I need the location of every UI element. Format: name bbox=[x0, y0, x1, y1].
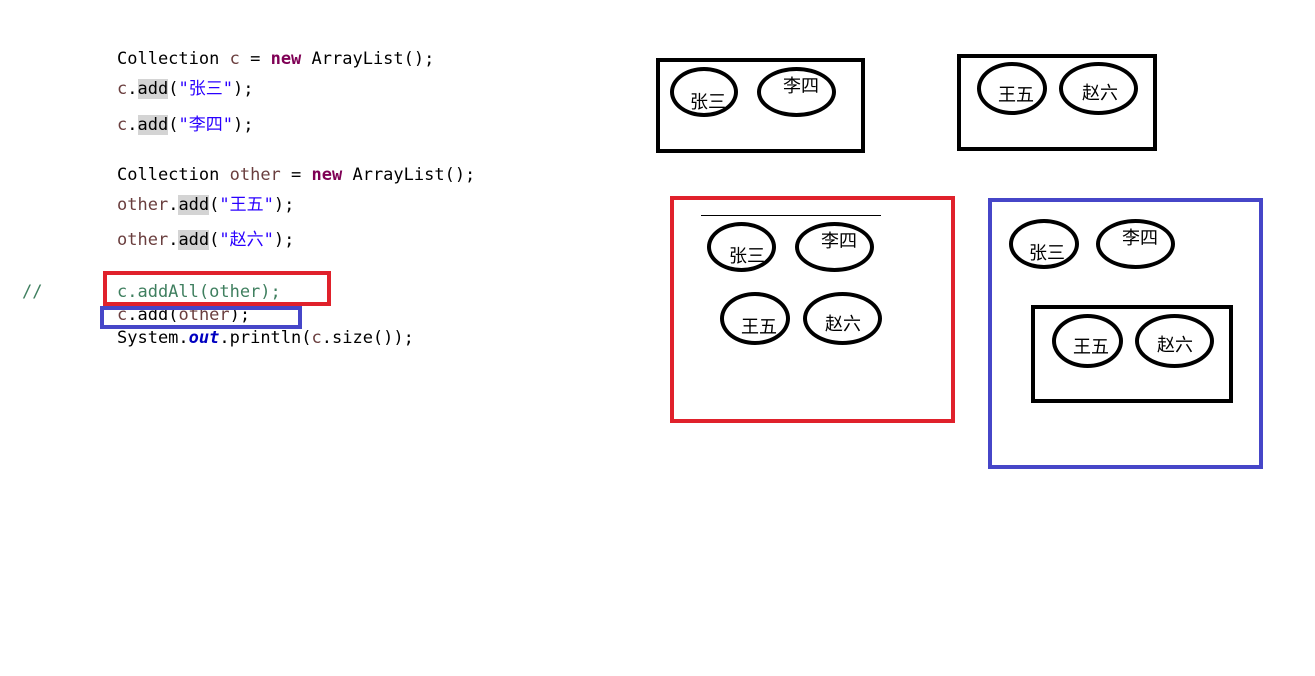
operator-token: = bbox=[239, 49, 271, 69]
paren-token: ( bbox=[168, 115, 179, 135]
string-token: "李四" bbox=[178, 115, 233, 135]
addall-highlight-box bbox=[103, 271, 331, 306]
variable-token: c bbox=[229, 49, 240, 69]
element-label: 王五 bbox=[741, 317, 777, 338]
divider-line bbox=[701, 215, 881, 216]
variable-token: c bbox=[117, 115, 128, 135]
element-label: 赵六 bbox=[825, 314, 861, 335]
variable-token: other bbox=[229, 165, 281, 185]
variable-token: c bbox=[117, 79, 128, 99]
element-label: 王五 bbox=[1073, 337, 1109, 358]
paren-token: ); bbox=[232, 115, 254, 135]
string-token: "王五" bbox=[219, 195, 274, 215]
keyword-token: new bbox=[311, 165, 343, 185]
type-token: Collection bbox=[117, 165, 220, 185]
method-token: add bbox=[137, 79, 169, 99]
add-highlight-box bbox=[100, 306, 302, 329]
type-token: Collection bbox=[117, 49, 220, 69]
element-label: 张三 bbox=[729, 246, 765, 267]
element-label: 赵六 bbox=[1082, 83, 1118, 104]
class-token: ArrayList(); bbox=[342, 165, 476, 185]
method-token: .println( bbox=[219, 328, 312, 348]
element-label: 赵六 bbox=[1157, 335, 1193, 356]
element-label: 张三 bbox=[690, 92, 726, 113]
element-label: 李四 bbox=[1122, 228, 1158, 249]
paren-token: ); bbox=[273, 195, 295, 215]
class-token: System. bbox=[117, 328, 189, 348]
class-token: ArrayList(); bbox=[301, 49, 435, 69]
static-field-token: out bbox=[188, 328, 220, 348]
element-label: 张三 bbox=[1029, 243, 1065, 264]
method-token: .size()); bbox=[321, 328, 414, 348]
paren-token: ( bbox=[209, 195, 220, 215]
string-token: "赵六" bbox=[219, 230, 274, 250]
element-label: 李四 bbox=[821, 231, 857, 252]
code-line-println: System.out.println(c.size()); bbox=[117, 326, 414, 350]
variable-token: other bbox=[117, 230, 169, 250]
code-line-add-wangwu: other.add("王五"); bbox=[117, 195, 295, 215]
code-line-collection-c: Collection c = new ArrayList(); bbox=[117, 47, 434, 71]
code-line-add-zhaoliu: other.add("赵六"); bbox=[117, 230, 295, 250]
keyword-token: new bbox=[270, 49, 302, 69]
method-token: add bbox=[137, 115, 169, 135]
paren-token: ); bbox=[273, 230, 295, 250]
method-token: add bbox=[178, 195, 210, 215]
method-token: add bbox=[178, 230, 210, 250]
code-line-add-zhangsan: c.add("张三"); bbox=[117, 79, 254, 99]
element-label: 王五 bbox=[998, 85, 1034, 106]
variable-token: c bbox=[311, 328, 322, 348]
code-line-collection-other: Collection other = new ArrayList(); bbox=[117, 163, 475, 187]
string-token: "张三" bbox=[178, 79, 233, 99]
paren-token: ); bbox=[232, 79, 254, 99]
comment-marker: // bbox=[22, 282, 43, 302]
code-line-add-lisi: c.add("李四"); bbox=[117, 115, 254, 135]
variable-token: other bbox=[117, 195, 169, 215]
paren-token: ( bbox=[209, 230, 220, 250]
paren-token: ( bbox=[168, 79, 179, 99]
element-label: 李四 bbox=[783, 76, 819, 97]
operator-token: = bbox=[280, 165, 312, 185]
